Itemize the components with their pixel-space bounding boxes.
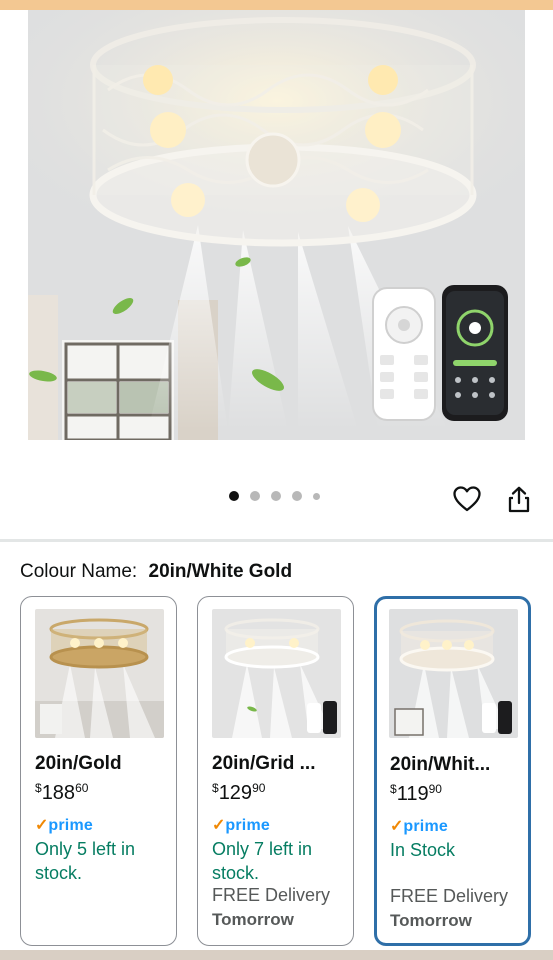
image-pager (0, 484, 553, 512)
variant-thumbnail (212, 609, 341, 738)
price-whole: 129 (218, 782, 253, 804)
price-fraction: 60 (75, 781, 89, 795)
image-pagination-dots[interactable] (229, 491, 320, 501)
pager-dot-2[interactable] (250, 491, 260, 501)
colour-selection-heading: Colour Name: 20in/White Gold (20, 561, 292, 583)
variant-price: $18860 (35, 781, 88, 805)
currency-symbol: $ (212, 781, 219, 795)
variant-price: $11990 (390, 782, 442, 806)
favorite-button[interactable] (452, 484, 482, 514)
variant-price: $12990 (212, 781, 265, 805)
variant-title: 20in/Grid ... (212, 753, 316, 774)
share-button[interactable] (504, 484, 534, 514)
price-fraction: 90 (428, 782, 442, 796)
top-image-edge (0, 0, 553, 10)
price-whole: 119 (396, 783, 429, 805)
variant-thumbnail (389, 609, 518, 738)
variant-card-white-gold[interactable]: 20in/Whit... $11990 ✓ prime In Stock FREE… (374, 596, 531, 946)
prime-check-icon: ✓ (212, 817, 226, 834)
variant-card-gold[interactable]: 20in/Gold $18860 ✓ prime Only 5 left in s… (20, 596, 177, 946)
prime-label: prime (48, 817, 93, 834)
prime-check-icon: ✓ (35, 817, 49, 834)
pager-dot-1[interactable] (229, 491, 239, 501)
prime-label: prime (225, 817, 270, 834)
delivery-text: FREE Delivery (212, 885, 331, 905)
prime-badge: ✓ prime (35, 815, 93, 835)
prime-check-icon: ✓ (390, 818, 404, 835)
stock-status: In Stock (390, 840, 456, 860)
grid-fan-thumbnail (212, 609, 341, 738)
colour-selected-value: 20in/White Gold (148, 561, 293, 582)
heart-outline-icon (453, 486, 481, 512)
variant-thumbnail (35, 609, 164, 738)
fan-photo-illustration (28, 10, 525, 440)
gold-fan-thumbnail (35, 609, 164, 738)
pager-dot-3[interactable] (271, 491, 281, 501)
delivery-day: Tomorrow (390, 911, 472, 930)
currency-symbol: $ (35, 781, 42, 795)
pager-dot-4[interactable] (292, 491, 302, 501)
prime-badge: ✓ prime (212, 815, 270, 835)
currency-symbol: $ (390, 782, 397, 796)
pager-dot-5[interactable] (313, 492, 320, 500)
delivery-text: FREE Delivery (390, 886, 509, 906)
variant-card-grid[interactable]: 20in/Grid ... $12990 ✓ prime Only 7 left … (197, 596, 354, 946)
white-gold-fan-thumbnail (389, 609, 518, 738)
variant-title: 20in/Whit... (390, 754, 491, 775)
delivery-day: Tomorrow (212, 910, 294, 929)
section-divider (0, 539, 553, 542)
colour-label: Colour Name: (20, 561, 138, 582)
share-icon (508, 486, 530, 512)
product-image[interactable] (28, 10, 525, 440)
variant-title: 20in/Gold (35, 753, 122, 774)
prime-badge: ✓ prime (390, 816, 448, 836)
stock-status: Only 5 left in stock. (35, 839, 136, 883)
prime-label: prime (403, 818, 448, 835)
price-whole: 188 (41, 782, 76, 804)
price-fraction: 90 (252, 781, 266, 795)
stock-status: Only 7 left in stock. (212, 839, 313, 883)
bottom-image-edge (0, 950, 553, 960)
